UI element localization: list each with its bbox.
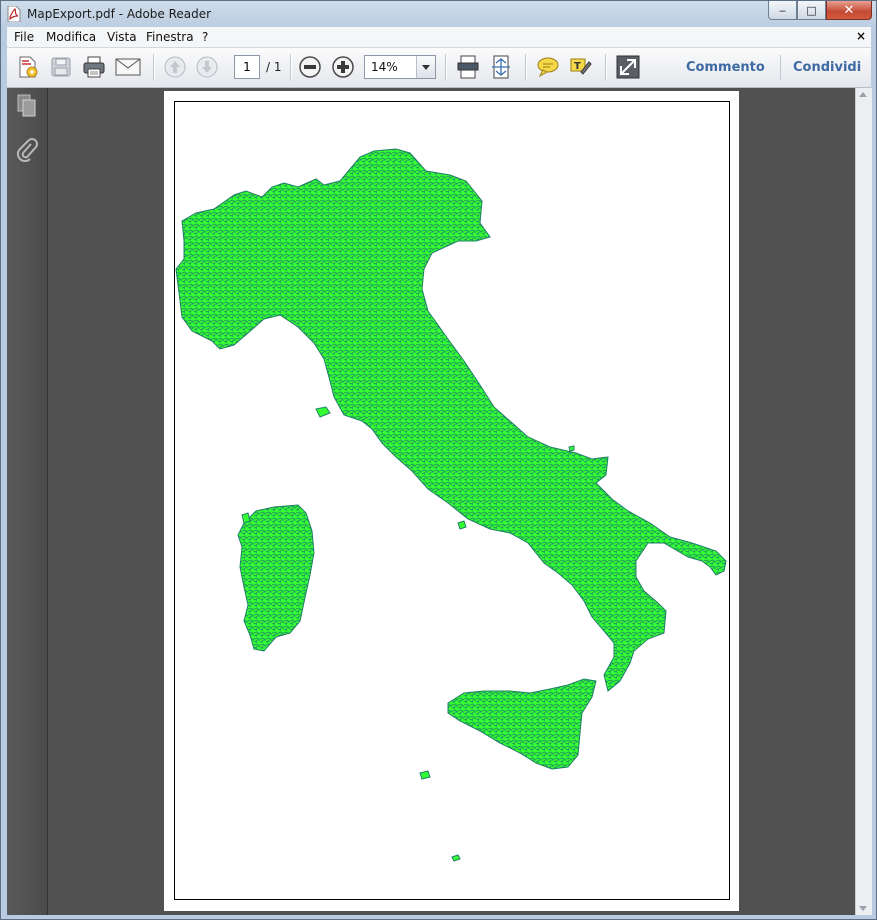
navigation-panel <box>7 88 48 915</box>
minimize-button[interactable]: ‒ <box>768 1 797 20</box>
italy-map <box>175 148 727 862</box>
menu-finestra[interactable]: Finestra <box>146 30 194 44</box>
lampedusa-island <box>419 770 431 780</box>
close-document-button[interactable]: × <box>856 29 866 43</box>
toolbar-separator <box>290 54 292 81</box>
previous-page-button[interactable] <box>161 53 189 81</box>
tremiti-islands <box>568 445 575 452</box>
highlight-text-icon: T <box>570 58 592 75</box>
highlight-text-button[interactable]: T <box>567 53 595 81</box>
page-number-input[interactable]: 1 <box>234 55 260 79</box>
create-pdf-icon <box>19 56 38 78</box>
pdf-page <box>164 91 739 911</box>
share-panel-link[interactable]: Condividi <box>793 60 861 75</box>
adobe-reader-window: MapExport.pdf - Adobe Reader ‒ □ ✕ File … <box>0 0 877 920</box>
toolbar-separator <box>445 54 447 81</box>
elba-island <box>315 406 331 418</box>
scroll-up-arrow[interactable] <box>859 92 867 97</box>
window-title: MapExport.pdf - Adobe Reader <box>27 7 212 21</box>
page-total: / 1 <box>266 60 282 74</box>
comment-note-icon <box>537 57 559 78</box>
pages-panel-button[interactable] <box>13 92 41 120</box>
menu-modifica[interactable]: Modifica <box>46 30 96 44</box>
comment-panel-link[interactable]: Commento <box>686 60 765 75</box>
save-icon <box>51 57 71 77</box>
attachments-panel-button[interactable] <box>13 136 41 164</box>
pdf-file-icon <box>7 6 21 22</box>
vertical-scrollbar[interactable] <box>855 88 872 915</box>
attachments-icon <box>16 138 38 162</box>
add-comment-button[interactable] <box>534 53 562 81</box>
sicily <box>447 678 597 770</box>
pages-icon <box>17 94 36 117</box>
menu-vista[interactable]: Vista <box>107 30 137 44</box>
zoom-dropdown-button[interactable] <box>416 56 435 78</box>
pantelleria-island <box>451 854 461 862</box>
sardinia-islet <box>241 512 251 524</box>
email-icon <box>115 58 141 76</box>
fit-page-icon <box>457 55 479 79</box>
fit-width-icon <box>492 55 510 79</box>
fit-page-button[interactable] <box>454 53 482 81</box>
email-button[interactable] <box>114 53 142 81</box>
svg-text:T: T <box>574 61 581 72</box>
next-page-icon <box>196 56 218 78</box>
zoom-in-button[interactable] <box>329 53 357 81</box>
print-icon <box>83 56 105 78</box>
window-controls: ‒ □ ✕ <box>768 1 872 21</box>
zoom-level-value: 14% <box>371 60 398 74</box>
maximize-button[interactable]: □ <box>797 1 826 20</box>
menu-bar: File Modifica Vista Finestra ? × <box>7 27 871 48</box>
close-button[interactable]: ✕ <box>826 1 872 20</box>
zoom-in-icon <box>332 56 354 78</box>
toolbar-separator <box>153 54 155 81</box>
toolbar-separator <box>780 55 781 80</box>
fullscreen-icon <box>616 55 640 79</box>
fullscreen-button[interactable] <box>614 53 642 81</box>
zoom-out-button[interactable] <box>296 53 324 81</box>
next-page-button[interactable] <box>193 53 221 81</box>
zoom-out-icon <box>299 56 321 78</box>
menu-help[interactable]: ? <box>202 30 208 44</box>
sardinia <box>237 504 315 652</box>
toolbar-separator <box>525 54 527 81</box>
save-button[interactable] <box>47 53 75 81</box>
document-viewport[interactable] <box>48 88 855 915</box>
print-button[interactable] <box>80 53 108 81</box>
title-bar[interactable]: MapExport.pdf - Adobe Reader ‒ □ ✕ <box>1 1 876 27</box>
previous-page-icon <box>164 56 186 78</box>
fit-width-button[interactable] <box>487 53 515 81</box>
menu-file[interactable]: File <box>14 30 34 44</box>
ischia-island <box>457 520 467 530</box>
zoom-level-select[interactable]: 14% <box>364 55 436 79</box>
scroll-down-arrow[interactable] <box>859 906 867 911</box>
toolbar: 1 / 1 14% T Commento Condividi <box>7 48 871 88</box>
create-pdf-button[interactable] <box>14 53 42 81</box>
chevron-down-icon <box>422 64 430 70</box>
toolbar-separator <box>605 54 607 81</box>
